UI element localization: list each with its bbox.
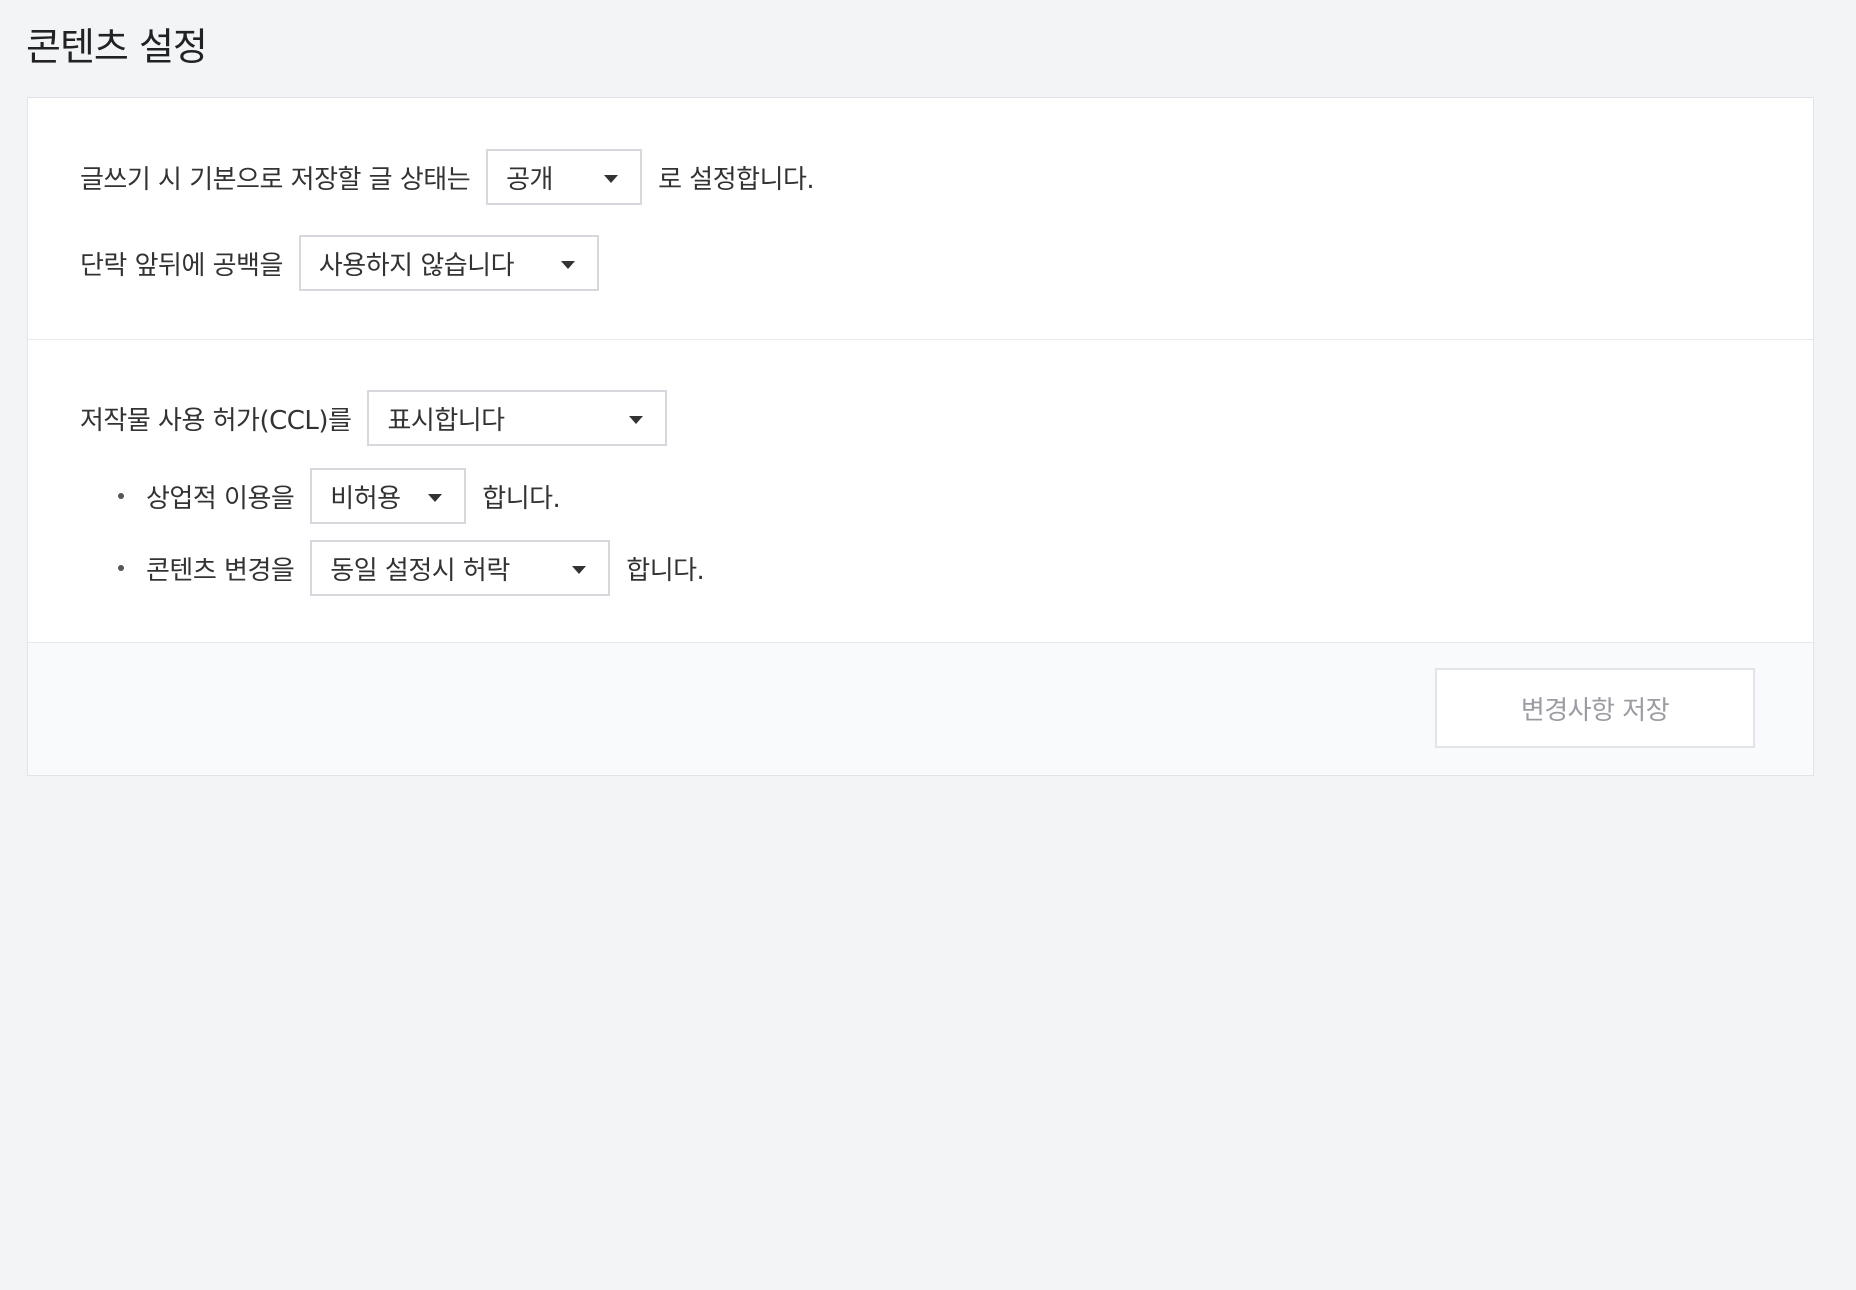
bullet-dot-icon [118,565,124,571]
commercial-use-prefix: 상업적 이용을 [146,483,295,514]
ccl-row: 저작물 사용 허가(CCL)를 표시합니다 [80,390,683,446]
ccl-select[interactable]: 표시합니다 [367,390,668,446]
save-changes-button[interactable]: 변경사항 저장 [1435,668,1755,748]
page-title: 콘텐츠 설정 [26,25,208,69]
bullet-dot-icon [118,493,124,499]
commercial-use-select[interactable]: 비허용 [310,468,467,524]
commercial-use-value: 비허용 [330,483,401,514]
paragraph-spacing-value: 사용하지 않습니다 [318,250,515,281]
modification-row: 콘텐츠 변경을 동일 설정시 허락 합니다. [54,540,705,596]
post-status-value: 공개 [506,164,553,195]
modification-prefix: 콘텐츠 변경을 [146,555,295,586]
ccl-settings-section: 저작물 사용 허가(CCL)를 표시합니다 상업적 이용을 비허용 합니다. 콘… [28,340,1813,643]
caret-down-icon [629,416,644,424]
caret-down-icon [572,566,587,574]
post-status-prefix: 글쓰기 시 기본으로 저장할 글 상태는 [80,164,471,195]
commercial-use-row: 상업적 이용을 비허용 합니다. [54,468,561,524]
caret-down-icon [560,261,575,269]
modification-select[interactable]: 동일 설정시 허락 [310,540,611,596]
modification-value: 동일 설정시 허락 [330,555,510,586]
caret-down-icon [428,494,443,502]
ccl-value: 표시합니다 [387,405,505,436]
panel-footer: 변경사항 저장 [28,643,1813,775]
post-status-row: 글쓰기 시 기본으로 저장할 글 상태는 공개 로 설정합니다. [80,149,815,205]
caret-down-icon [604,175,619,183]
post-status-suffix: 로 설정합니다. [658,164,815,195]
modification-suffix: 합니다. [626,555,705,586]
editor-settings-section: 글쓰기 시 기본으로 저장할 글 상태는 공개 로 설정합니다. 단락 앞뒤에 … [28,98,1813,340]
paragraph-spacing-select[interactable]: 사용하지 않습니다 [298,235,599,291]
content-settings-panel: 글쓰기 시 기본으로 저장할 글 상태는 공개 로 설정합니다. 단락 앞뒤에 … [27,97,1814,776]
commercial-use-suffix: 합니다. [482,483,561,514]
ccl-prefix: 저작물 사용 허가(CCL)를 [80,405,352,436]
post-status-select[interactable]: 공개 [486,149,643,205]
paragraph-spacing-row: 단락 앞뒤에 공백을 사용하지 않습니다 [80,235,615,291]
paragraph-spacing-prefix: 단락 앞뒤에 공백을 [80,250,283,281]
